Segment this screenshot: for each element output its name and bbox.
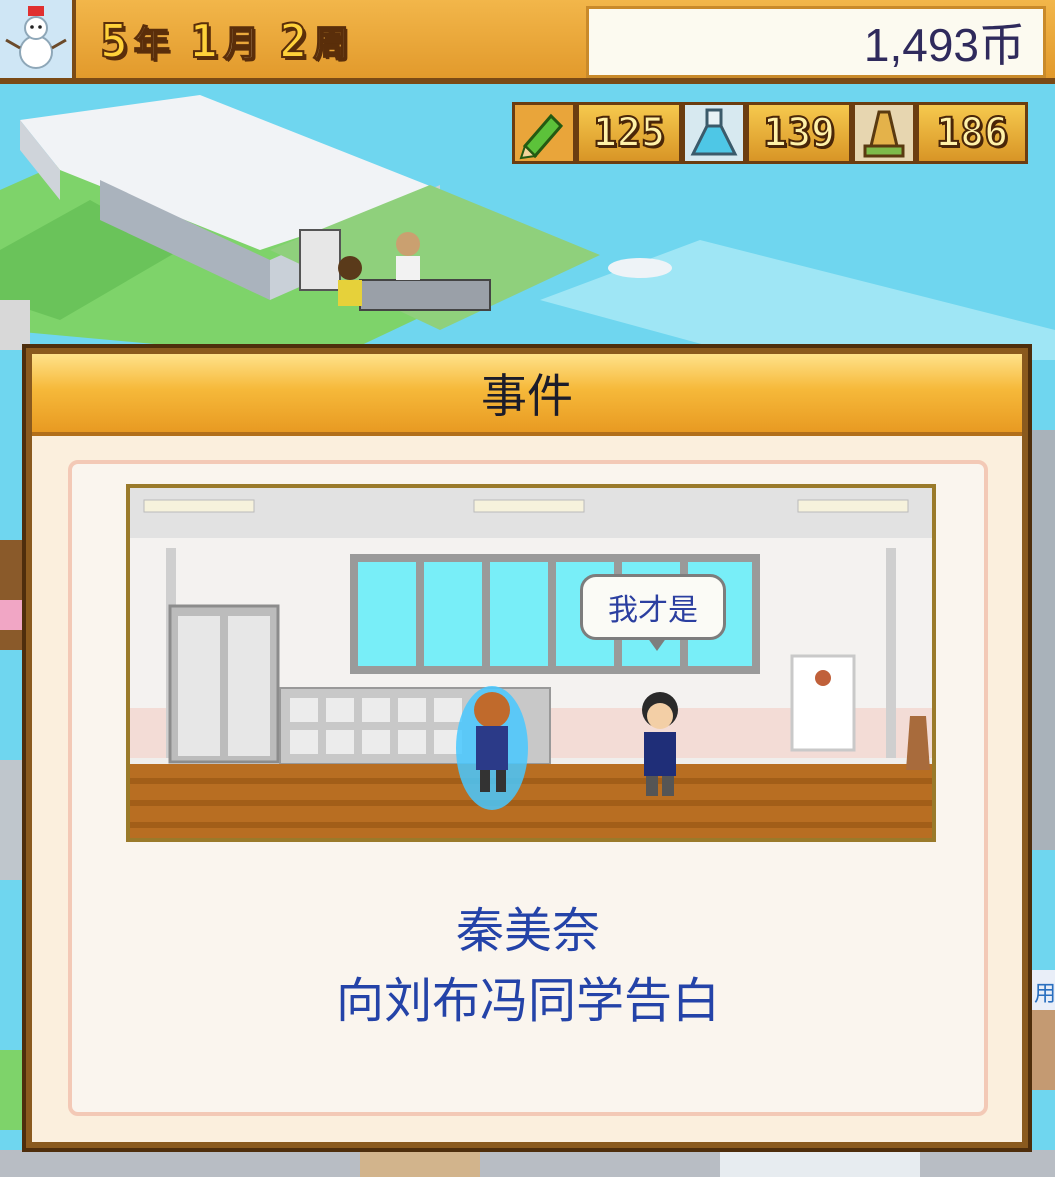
week-unit: 周	[312, 23, 350, 66]
date-display: 5 年 1 月 2 周	[99, 10, 363, 72]
month-value: 1	[189, 13, 219, 69]
science-stat-value: 139	[746, 102, 852, 164]
speech-text: 我才是	[608, 593, 698, 628]
background-label-fragment: 用	[1034, 982, 1055, 1007]
event-scene-image: 我才是	[126, 484, 936, 842]
dialog-header: 事件	[32, 354, 1022, 436]
pencil-icon	[512, 102, 576, 164]
snowman-icon	[0, 0, 72, 74]
event-description: 向刘布冯同学告白	[335, 973, 720, 1029]
year-unit: 年	[133, 23, 171, 66]
month-unit: 月	[223, 23, 261, 66]
dialog-title: 事件	[481, 369, 573, 423]
event-dialog[interactable]: 事件 我才是 秦美奈 向刘布冯同学告白	[22, 344, 1032, 1152]
trophy-icon	[852, 102, 916, 164]
dialog-body: 我才是 秦美奈 向刘布冯同学告白	[32, 436, 1022, 1142]
speech-bubble: 我才是	[580, 574, 726, 651]
flask-icon	[682, 102, 746, 164]
classroom-scene	[130, 488, 932, 838]
top-hud: 5 年 1 月 2 周 1,493币	[0, 0, 1055, 84]
study-stat-value: 125	[576, 102, 682, 164]
year-value: 5	[99, 13, 129, 69]
event-message: 秦美奈 向刘布冯同学告白	[72, 896, 984, 1036]
week-value: 2	[278, 13, 308, 69]
sports-stat-value: 186	[916, 102, 1028, 164]
money-value: 1,493币	[863, 19, 1025, 71]
season-indicator[interactable]	[0, 0, 76, 78]
event-character-name: 秦美奈	[455, 903, 600, 959]
money-display: 1,493币	[586, 6, 1046, 78]
stats-bar[interactable]: 125 139 186	[512, 100, 1055, 166]
event-content-frame: 我才是 秦美奈 向刘布冯同学告白	[68, 460, 988, 1116]
